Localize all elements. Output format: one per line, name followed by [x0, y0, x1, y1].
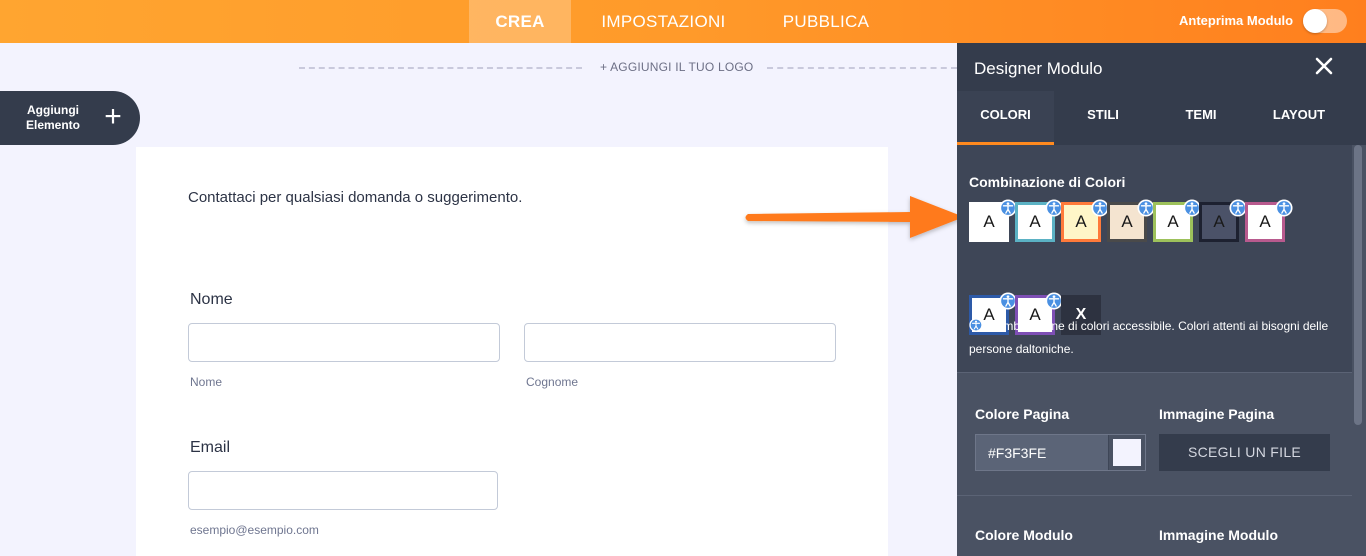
color-scheme-swatch[interactable]: A	[1061, 199, 1109, 242]
toggle-knob	[1303, 9, 1327, 33]
designer-tabs: COLORI STILI TEMI LAYOUT	[957, 91, 1366, 145]
first-name-sublabel: Nome	[190, 375, 223, 389]
swatch-letter: A	[1213, 212, 1225, 231]
panel-scrollbar[interactable]	[1354, 145, 1362, 425]
page-color-input[interactable]: #F3F3FE	[975, 434, 1146, 471]
swatch-letter: A	[1167, 212, 1179, 231]
close-icon[interactable]	[1313, 55, 1335, 77]
tab-crea[interactable]: CREA	[469, 0, 571, 43]
page-image-label: Immagine Pagina	[1159, 406, 1275, 422]
choose-page-image-button[interactable]: SCEGLI UN FILE	[1159, 434, 1330, 471]
last-name-input[interactable]	[524, 323, 836, 362]
swatch-letter: A	[1259, 212, 1271, 231]
tab-layout[interactable]: LAYOUT	[1250, 91, 1348, 145]
page-color-chip[interactable]	[1108, 435, 1145, 470]
tab-pubblica[interactable]: PUBBLICA	[766, 0, 886, 43]
color-scheme-swatch[interactable]: A	[1245, 199, 1293, 242]
swatch-letter: A	[1121, 212, 1133, 231]
swatch-letter: A	[1029, 212, 1041, 231]
color-scheme-swatch[interactable]: A	[1107, 199, 1155, 242]
logo-divider-right	[767, 67, 957, 69]
tab-stili[interactable]: STILI	[1054, 91, 1152, 145]
swatch-letter: A	[1075, 212, 1087, 231]
tab-temi[interactable]: TEMI	[1152, 91, 1250, 145]
section-divider	[957, 495, 1352, 496]
color-scheme-title: Combinazione di Colori	[969, 174, 1126, 190]
color-scheme-swatch[interactable]: A	[1199, 199, 1247, 242]
logo-divider-left	[299, 67, 582, 69]
panel-title: Designer Modulo	[974, 59, 1103, 78]
top-navigation-bar: CREA IMPOSTAZIONI PUBBLICA Anteprima Mod…	[0, 0, 1366, 43]
email-sublabel: esempio@esempio.com	[190, 523, 319, 537]
tab-impostazioni[interactable]: IMPOSTAZIONI	[582, 0, 745, 43]
tab-colori[interactable]: COLORI	[957, 91, 1054, 145]
color-scheme-swatch[interactable]: A	[969, 199, 1017, 242]
page-color-value: #F3F3FE	[988, 445, 1047, 461]
last-name-sublabel: Cognome	[526, 375, 579, 389]
accessible-note: Combinazione di colori accessibile. Colo…	[969, 315, 1329, 361]
name-field-label: Nome	[190, 291, 233, 308]
color-scheme-section: Combinazione di Colori AAAAAAAAA X Combi…	[957, 145, 1352, 373]
accessibility-icon	[969, 318, 983, 332]
accessible-note-text: Combinazione di colori accessibile. Colo…	[969, 319, 1329, 356]
form-canvas: + AGGIUNGI IL TUO LOGO Aggiungi Elemento…	[0, 43, 957, 556]
panel-header: Designer Modulo	[957, 43, 1366, 91]
form-image-label: Immagine Modulo	[1159, 527, 1278, 543]
preview-toggle[interactable]	[1303, 9, 1347, 33]
pointer-arrow-icon	[745, 196, 964, 238]
form-description[interactable]: Contattaci per qualsiasi domanda o sugge…	[188, 189, 522, 206]
page-color-preview	[1113, 439, 1141, 466]
email-field-label: Email	[190, 439, 231, 456]
color-scheme-swatch[interactable]: A	[1153, 199, 1201, 242]
email-input[interactable]	[188, 471, 498, 510]
accessibility-icon	[1275, 195, 1293, 217]
plus-icon: +	[104, 100, 122, 133]
form-color-label: Colore Modulo	[975, 527, 1073, 543]
page-color-label: Colore Pagina	[975, 406, 1070, 422]
first-name-input[interactable]	[188, 323, 500, 362]
form-designer-panel: Designer Modulo COLORI STILI TEMI LAYOUT…	[957, 43, 1366, 556]
add-element-label: Aggiungi Elemento	[25, 103, 80, 132]
add-logo-link[interactable]: + AGGIUNGI IL TUO LOGO	[600, 60, 753, 74]
add-element-button[interactable]: Aggiungi Elemento +	[0, 91, 140, 145]
preview-toggle-label: Anteprima Modulo	[1179, 13, 1294, 28]
color-scheme-swatch[interactable]: A	[1015, 199, 1063, 242]
swatch-letter: A	[983, 212, 995, 231]
